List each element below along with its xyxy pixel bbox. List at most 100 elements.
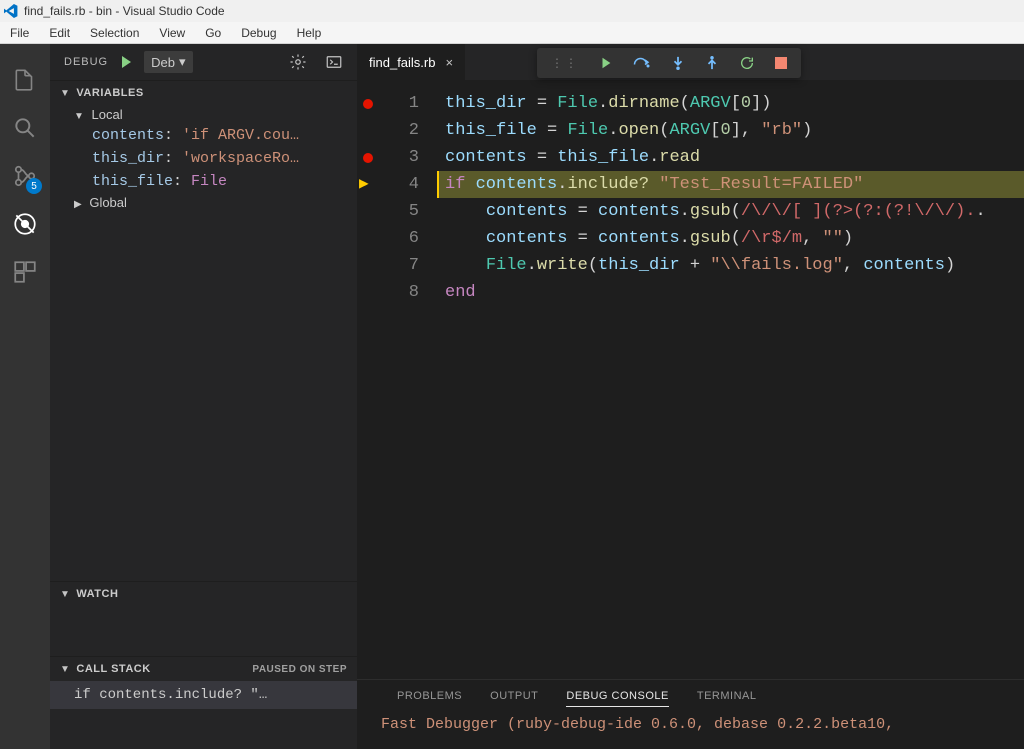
- window-title: find_fails.rb - bin - Visual Studio Code: [24, 4, 225, 18]
- variable-row[interactable]: this_file: File: [50, 170, 357, 193]
- chevron-right-icon: ▶: [74, 199, 82, 210]
- variable-row[interactable]: contents: 'if ARGV.cou…: [50, 124, 357, 147]
- variables-header[interactable]: ▼ VARIABLES: [50, 81, 357, 105]
- debug-header: DEBUG Deb ▾: [50, 44, 357, 80]
- debug-toolbar: ⋮⋮: [537, 48, 801, 78]
- vscode-logo-icon: [4, 4, 18, 18]
- debug-console-output: Fast Debugger (ruby-debug-ide 0.6.0, deb…: [357, 712, 1024, 737]
- tab-filename: find_fails.rb: [369, 55, 435, 70]
- scope-label: Global: [89, 195, 127, 210]
- gutter-line[interactable]: ▶4: [357, 171, 437, 198]
- panel-tab-terminal[interactable]: TERMINAL: [697, 686, 757, 706]
- watch-title: WATCH: [76, 588, 118, 600]
- drag-handle-icon[interactable]: ⋮⋮: [551, 56, 579, 70]
- code-line[interactable]: File.write(this_dir + "\\fails.log", con…: [437, 252, 1024, 279]
- code-content[interactable]: this_dir = File.dirname(ARGV[0])this_fil…: [437, 80, 1024, 679]
- var-name: this_dir: [92, 150, 164, 167]
- debug-config-dropdown[interactable]: Deb ▾: [144, 51, 192, 73]
- line-number: 1: [409, 90, 419, 117]
- step-out-button[interactable]: [705, 55, 719, 71]
- scope-local[interactable]: ▼ Local: [50, 105, 357, 124]
- step-over-button[interactable]: [633, 55, 651, 71]
- debug-console-icon[interactable]: [325, 53, 343, 71]
- panel-tab-debug-console[interactable]: DEBUG CONSOLE: [566, 686, 668, 707]
- chevron-down-icon: ▼: [60, 88, 70, 99]
- var-value: 'workspaceRo…: [182, 150, 299, 167]
- menubar: File Edit Selection View Go Debug Help: [0, 22, 1024, 44]
- bottom-panel: PROBLEMS OUTPUT DEBUG CONSOLE TERMINAL F…: [357, 679, 1024, 749]
- line-number: 5: [409, 198, 419, 225]
- debug-sidebar: DEBUG Deb ▾ ▼ VARIABLES: [50, 44, 357, 749]
- callstack-title: CALL STACK: [76, 663, 150, 675]
- breakpoint-icon[interactable]: [363, 153, 373, 163]
- start-debug-button[interactable]: [118, 54, 134, 70]
- var-name: contents: [92, 127, 164, 144]
- line-number: 2: [409, 117, 419, 144]
- current-line-icon: ▶: [359, 171, 369, 198]
- gear-icon[interactable]: [289, 53, 307, 71]
- extensions-icon[interactable]: [0, 248, 50, 296]
- gutter[interactable]: 123▶45678: [357, 80, 437, 679]
- var-value: File: [191, 173, 227, 190]
- variables-title: VARIABLES: [76, 87, 143, 99]
- menu-view[interactable]: View: [149, 24, 195, 42]
- stop-button[interactable]: [775, 57, 787, 69]
- close-icon[interactable]: ×: [445, 55, 453, 70]
- breakpoint-icon[interactable]: [363, 99, 373, 109]
- menu-help[interactable]: Help: [287, 24, 332, 42]
- var-name: this_file: [92, 173, 173, 190]
- activity-bar: 5: [0, 44, 50, 749]
- code-line[interactable]: this_dir = File.dirname(ARGV[0]): [437, 90, 1024, 117]
- code-line[interactable]: this_file = File.open(ARGV[0], "rb"): [437, 117, 1024, 144]
- code-line[interactable]: if contents.include? "Test_Result=FAILED…: [437, 171, 1024, 198]
- line-number: 4: [409, 171, 419, 198]
- watch-header[interactable]: ▼ WATCH: [50, 582, 357, 606]
- panel-tab-problems[interactable]: PROBLEMS: [397, 686, 462, 706]
- gutter-line[interactable]: 6: [357, 225, 437, 252]
- line-number: 6: [409, 225, 419, 252]
- panel-tab-output[interactable]: OUTPUT: [490, 686, 538, 706]
- dropdown-caret-icon: ▾: [179, 54, 186, 70]
- code-line[interactable]: contents = this_file.read: [437, 144, 1024, 171]
- menu-edit[interactable]: Edit: [39, 24, 80, 42]
- code-line[interactable]: contents = contents.gsub(/\r$/m, ""): [437, 225, 1024, 252]
- menu-selection[interactable]: Selection: [80, 24, 149, 42]
- restart-button[interactable]: [739, 55, 755, 71]
- titlebar: find_fails.rb - bin - Visual Studio Code: [0, 0, 1024, 22]
- chevron-down-icon: ▼: [60, 589, 70, 600]
- line-number: 8: [409, 279, 419, 306]
- scm-icon[interactable]: 5: [0, 152, 50, 200]
- code-line[interactable]: end: [437, 279, 1024, 306]
- gutter-line[interactable]: 8: [357, 279, 437, 306]
- line-number: 7: [409, 252, 419, 279]
- editor-tab[interactable]: find_fails.rb ×: [357, 44, 466, 80]
- variable-row[interactable]: this_dir: 'workspaceRo…: [50, 147, 357, 170]
- line-number: 3: [409, 144, 419, 171]
- chevron-down-icon: ▼: [74, 111, 84, 122]
- search-icon[interactable]: [0, 104, 50, 152]
- menu-go[interactable]: Go: [195, 24, 231, 42]
- code-editor[interactable]: 123▶45678 this_dir = File.dirname(ARGV[0…: [357, 80, 1024, 679]
- callstack-header[interactable]: ▼ CALL STACK PAUSED ON STEP: [50, 657, 357, 681]
- scope-global[interactable]: ▶ Global: [50, 193, 357, 212]
- var-value: 'if ARGV.cou…: [182, 127, 299, 144]
- menu-file[interactable]: File: [0, 24, 39, 42]
- gutter-line[interactable]: 5: [357, 198, 437, 225]
- scm-badge: 5: [26, 178, 42, 194]
- gutter-line[interactable]: 3: [357, 144, 437, 171]
- continue-button[interactable]: [599, 56, 613, 70]
- callstack-frame[interactable]: if contents.include? "…: [50, 681, 357, 709]
- gutter-line[interactable]: 7: [357, 252, 437, 279]
- explorer-icon[interactable]: [0, 56, 50, 104]
- scope-label: Local: [92, 107, 123, 122]
- gutter-line[interactable]: 1: [357, 90, 437, 117]
- gutter-line[interactable]: 2: [357, 117, 437, 144]
- code-line[interactable]: contents = contents.gsub(/\/\/[ ](?>(?:(…: [437, 198, 1024, 225]
- debug-config-name: Deb: [151, 55, 175, 70]
- menu-debug[interactable]: Debug: [231, 24, 286, 42]
- chevron-down-icon: ▼: [60, 664, 70, 675]
- step-into-button[interactable]: [671, 55, 685, 71]
- debug-icon[interactable]: [0, 200, 50, 248]
- debug-label: DEBUG: [64, 56, 108, 68]
- paused-label: PAUSED ON STEP: [252, 664, 347, 675]
